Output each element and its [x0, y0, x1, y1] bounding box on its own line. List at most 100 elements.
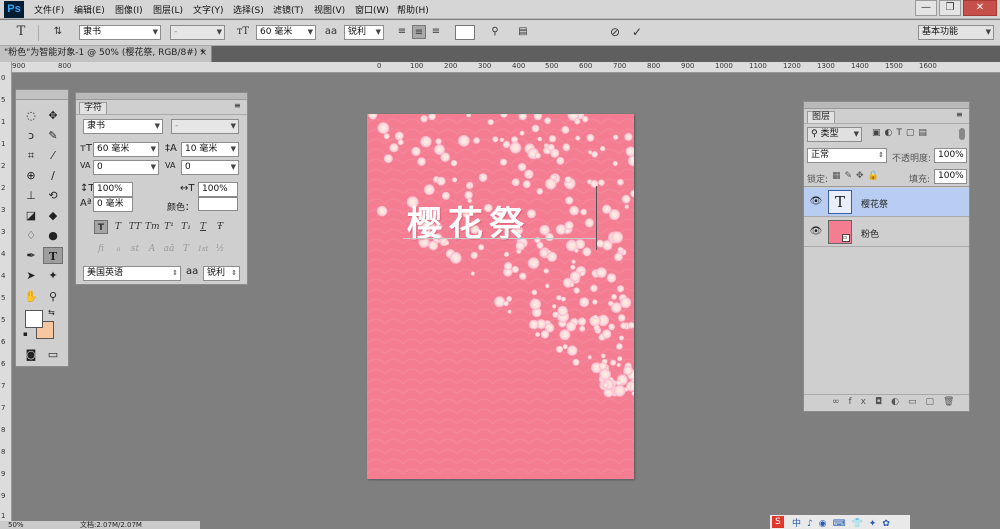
- superscript-button[interactable]: T¹: [162, 220, 176, 234]
- menu-window[interactable]: 窗口(W): [355, 3, 389, 16]
- menu-view[interactable]: 视图(V): [314, 3, 345, 16]
- move-tool-icon[interactable]: ✥: [43, 107, 63, 124]
- fill-field[interactable]: 100%: [934, 169, 967, 184]
- layer-name[interactable]: 粉色: [861, 227, 879, 240]
- default-colors-icon[interactable]: ▪: [23, 330, 28, 338]
- sogou-icon[interactable]: S: [772, 516, 784, 528]
- font-size-select[interactable]: 60 毫米 ▼: [256, 25, 316, 40]
- screen-mode-icon[interactable]: ▭: [43, 346, 63, 363]
- eyedropper-tool-icon[interactable]: ⁄: [43, 147, 63, 164]
- align-center-icon[interactable]: ≡: [412, 25, 426, 39]
- minimize-button[interactable]: —: [915, 0, 937, 16]
- link-layers-icon[interactable]: ∞: [832, 397, 849, 407]
- path-selection-tool-icon[interactable]: ➤: [21, 267, 41, 284]
- layer-row-text[interactable]: 👁 T 樱花祭: [804, 188, 969, 217]
- clone-stamp-tool-icon[interactable]: ⊥: [21, 187, 41, 204]
- layer-filter-select[interactable]: ⚲ 类型 ▼: [807, 127, 862, 142]
- discretionary-ligatures-button[interactable]: ℴ: [111, 242, 125, 256]
- titling-alternates-button[interactable]: aā: [162, 242, 176, 256]
- font-style-select[interactable]: - ▼: [171, 119, 239, 134]
- new-group-icon[interactable]: ▭: [908, 397, 926, 407]
- font-family-select[interactable]: 隶书 ▼: [79, 25, 161, 40]
- menu-filter[interactable]: 滤镜(T): [273, 3, 304, 16]
- dodge-tool-icon[interactable]: ●: [43, 227, 63, 244]
- kerning-select[interactable]: 0 ▼: [93, 160, 159, 175]
- fractions-button[interactable]: ½: [213, 242, 227, 256]
- new-layer-icon[interactable]: ▢: [926, 397, 944, 407]
- menu-select[interactable]: 选择(S): [233, 3, 264, 16]
- character-panel-toggle-icon[interactable]: ▤: [516, 25, 530, 39]
- menu-type[interactable]: 文字(Y): [193, 3, 224, 16]
- filter-toggle[interactable]: [959, 128, 965, 140]
- layer-row-pink[interactable]: 👁 ▫ 粉色: [804, 218, 969, 247]
- cancel-icon[interactable]: ⊘: [608, 25, 622, 39]
- warp-text-icon[interactable]: ⚲: [488, 25, 502, 39]
- document-tab[interactable]: "粉色"为智能对象-1 @ 50% (樱花祭, RGB/8#) * ×: [0, 46, 212, 62]
- ligatures-button[interactable]: fi: [94, 242, 108, 256]
- ime-toolbar-icons[interactable]: 中♪◉⌨👕✦✿: [792, 516, 896, 529]
- quick-selection-tool-icon[interactable]: ✎: [43, 127, 63, 144]
- add-mask-icon[interactable]: ◘: [875, 397, 891, 407]
- menu-image[interactable]: 图像(I): [115, 3, 143, 16]
- document-canvas[interactable]: 樱花祭: [367, 114, 634, 479]
- underline-button[interactable]: T: [196, 220, 210, 234]
- language-select[interactable]: 美国英语 ⇕: [83, 266, 181, 281]
- all-caps-button[interactable]: TT: [128, 220, 142, 234]
- pen-tool-icon[interactable]: ✒: [21, 247, 41, 264]
- blur-tool-icon[interactable]: ♢: [21, 227, 41, 244]
- baseline-shift-field[interactable]: 0 毫米: [93, 197, 133, 212]
- antialias-select[interactable]: 锐利 ▼: [344, 25, 384, 40]
- lasso-tool-icon[interactable]: ↄ: [21, 127, 41, 144]
- spot-healing-tool-icon[interactable]: ⊕: [21, 167, 41, 184]
- faux-bold-button[interactable]: T: [94, 220, 108, 234]
- leading-select[interactable]: 10 毫米 ▼: [181, 142, 239, 157]
- foreground-color-swatch[interactable]: [25, 310, 43, 328]
- swash-button[interactable]: st: [128, 242, 142, 256]
- workspace-select[interactable]: 基本功能 ▼: [918, 25, 994, 40]
- tab-character[interactable]: 字符: [79, 102, 108, 114]
- ordinals-button[interactable]: T: [179, 242, 193, 256]
- tab-layers[interactable]: 图层: [807, 111, 836, 123]
- hand-tool-icon[interactable]: ✋: [21, 288, 41, 305]
- panel-header[interactable]: [76, 93, 247, 100]
- vertical-scale-field[interactable]: 100%: [93, 182, 133, 197]
- opacity-field[interactable]: 100%: [934, 148, 967, 163]
- menu-edit[interactable]: 编辑(E): [74, 3, 105, 16]
- antialias-select[interactable]: 锐利 ⇕: [203, 266, 240, 281]
- font-size-select[interactable]: 60 毫米 ▼: [93, 142, 159, 157]
- strikethrough-button[interactable]: Ŧ: [213, 220, 227, 234]
- tracking-select[interactable]: 0 ▼: [181, 160, 239, 175]
- swap-colors-icon[interactable]: ⇆: [48, 308, 55, 317]
- horizontal-scale-field[interactable]: 100%: [198, 182, 238, 197]
- paint-bucket-tool-icon[interactable]: ◆: [43, 207, 63, 224]
- panel-header[interactable]: [804, 102, 969, 109]
- faux-italic-button[interactable]: T: [111, 220, 125, 234]
- history-brush-tool-icon[interactable]: ⟲: [43, 187, 63, 204]
- menu-help[interactable]: 帮助(H): [397, 3, 429, 16]
- restore-button[interactable]: ❐: [939, 0, 961, 16]
- layer-name[interactable]: 樱花祭: [861, 197, 888, 210]
- align-left-icon[interactable]: ≡: [395, 25, 409, 39]
- commit-icon[interactable]: ✓: [630, 25, 644, 39]
- small-caps-button[interactable]: Tт: [145, 220, 160, 234]
- text-color-swatch[interactable]: [455, 25, 475, 40]
- shape-tool-icon[interactable]: ✦: [43, 267, 63, 284]
- layer-footer-icons[interactable]: ∞fx◘◐▭▢🗑: [832, 397, 963, 407]
- toolbox-header[interactable]: [16, 90, 68, 100]
- crop-tool-icon[interactable]: ⌗: [21, 147, 41, 164]
- fx-icon[interactable]: fx: [849, 397, 876, 407]
- canvas-title-text[interactable]: 樱花祭: [407, 196, 530, 247]
- blend-mode-select[interactable]: 正常 ⇕: [807, 148, 887, 163]
- close-tab-icon[interactable]: ×: [199, 46, 207, 61]
- type-tool-preset-icon[interactable]: T: [14, 25, 28, 39]
- type-tool-icon[interactable]: T: [43, 247, 63, 264]
- marquee-tool-icon[interactable]: ◌: [21, 107, 41, 124]
- lock-icons[interactable]: ▦✎✥🔒: [832, 171, 883, 181]
- zoom-tool-icon[interactable]: ⚲: [43, 288, 63, 305]
- menu-layer[interactable]: 图层(L): [153, 3, 183, 16]
- adjustment-layer-icon[interactable]: ◐: [891, 397, 908, 407]
- zoom-level[interactable]: 50%: [8, 521, 24, 529]
- quick-mask-icon[interactable]: ◙: [21, 346, 41, 363]
- toggle-orientation-icon[interactable]: ⇅: [51, 25, 65, 39]
- font-family-select[interactable]: 隶书 ▼: [83, 119, 163, 134]
